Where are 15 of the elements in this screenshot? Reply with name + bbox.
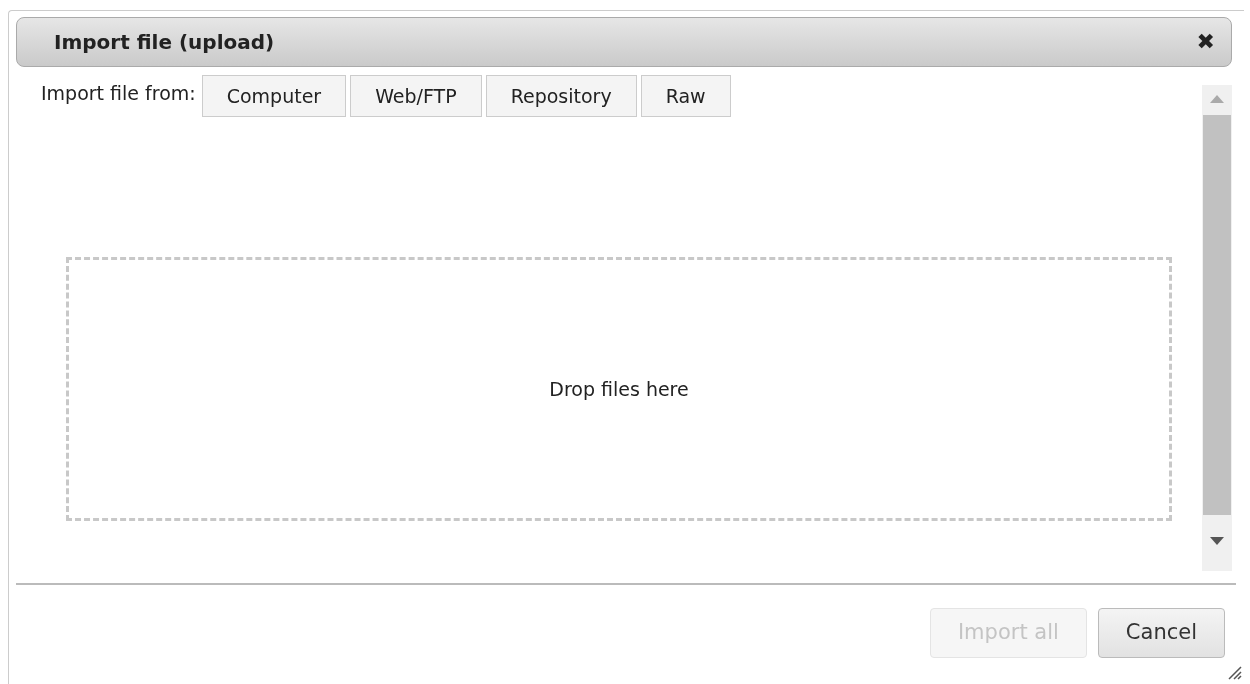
dialog-title: Import file (upload) xyxy=(54,29,275,56)
cancel-button[interactable]: Cancel xyxy=(1097,608,1225,658)
scroll-down-icon[interactable] xyxy=(1210,537,1224,545)
drop-zone-text: Drop files here xyxy=(549,376,689,402)
drop-zone[interactable]: Drop files here xyxy=(66,257,1172,521)
close-button[interactable]: ✖ xyxy=(1196,31,1215,53)
source-tab[interactable]: Repository xyxy=(485,75,637,117)
scroll-up-icon[interactable] xyxy=(1210,95,1224,103)
source-tab[interactable]: Web/FTP xyxy=(350,75,482,117)
resize-grip-icon[interactable] xyxy=(1226,664,1242,680)
source-tab[interactable]: Computer xyxy=(201,75,347,117)
source-tab[interactable]: Raw xyxy=(640,75,731,117)
scrollbar-thumb[interactable] xyxy=(1203,115,1231,515)
import-from-label: Import file from: xyxy=(41,81,196,106)
scrollbar[interactable] xyxy=(1202,85,1232,571)
